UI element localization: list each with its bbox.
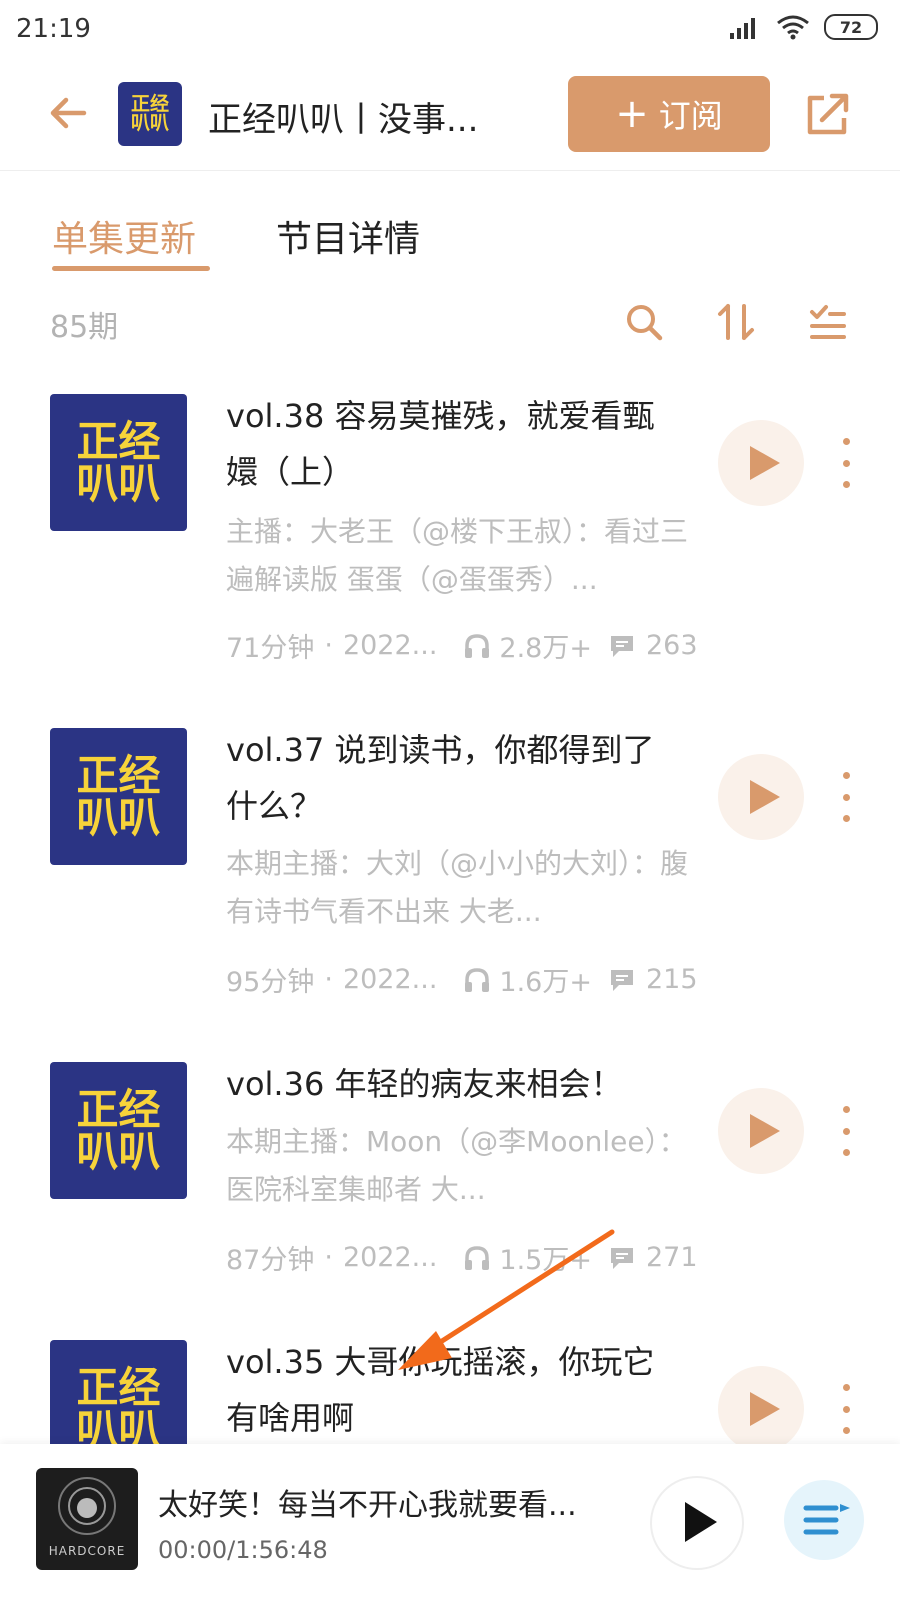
episode-date: 2022... [342, 630, 438, 661]
more-options-button[interactable] [836, 1384, 856, 1434]
more-options-button[interactable] [836, 438, 856, 488]
episode-title: vol.37 说到读书，你都得到了什么？ [226, 731, 655, 825]
share-icon[interactable] [804, 90, 852, 138]
tab-details[interactable]: 节目详情 [276, 210, 420, 262]
player-time: 00:00/1:56:48 [158, 1536, 328, 1564]
episode-item[interactable]: 正经 叭叭 vol.38 容易莫摧残，就爱看甄嬛（上） 主播：大老王（@楼下王叔… [0, 394, 900, 684]
episode-cover: 正经 叭叭 [50, 1340, 187, 1444]
headphones-icon [465, 633, 490, 658]
comment-icon [610, 1247, 633, 1269]
podcast-logo: 正经 叭叭 [118, 82, 182, 146]
episode-item[interactable]: 正经 叭叭 vol.37 说到读书，你都得到了什么？ 本期主播：大刘（@小小的大… [0, 728, 900, 1018]
episode-title: vol.36 年轻的病友来相会！ [226, 1065, 623, 1103]
tab-bar: 单集更新 节目详情 [0, 210, 900, 271]
play-icon [750, 1114, 780, 1148]
play-icon [750, 446, 780, 480]
episode-comments: 263 [645, 630, 698, 661]
more-options-button[interactable] [836, 1106, 856, 1156]
episode-description: 本期主播：Moon（@李Moonlee）：医院科室集邮者 大... [226, 1125, 687, 1206]
episode-toolbar: 85期 [0, 300, 900, 350]
episode-item[interactable]: 正经 叭叭 vol.36 年轻的病友来相会！ 本期主播：Moon（@李Moonl… [0, 1062, 900, 1302]
status-icons: 72 [728, 14, 878, 40]
episode-duration: 95分钟 [226, 967, 315, 998]
player-title: 太好笑！每当不开心我就要看... [158, 1488, 577, 1523]
page-title: 正经叭叭丨没事... [208, 100, 479, 140]
episode-title: vol.35 大哥你玩摇滚，你玩它有啥用啊 [226, 1343, 655, 1437]
episode-comments: 271 [645, 1242, 698, 1273]
wifi-icon [777, 15, 809, 40]
episode-duration: 87分钟 [226, 1245, 315, 1276]
episode-date: 2022... [342, 1242, 438, 1273]
episode-title: vol.38 容易莫摧残，就爱看甄嬛（上） [226, 397, 655, 491]
episode-meta: 95分钟 · 2022... 1.6万+ 215 [226, 960, 706, 999]
subscribe-button[interactable]: + 订阅 [568, 76, 770, 152]
play-button[interactable] [718, 420, 804, 506]
player-play-button[interactable] [650, 1476, 744, 1570]
episode-cover: 正经 叭叭 [50, 728, 187, 865]
playlist-icon [803, 1504, 850, 1535]
episode-cover: 正经 叭叭 [50, 394, 187, 531]
battery-indicator: 72 [824, 14, 878, 40]
episode-description: 主播：大老王（@楼下王叔）：看过三遍解读版 蛋蛋（@蛋蛋秀）... [226, 515, 689, 596]
episode-cover: 正经 叭叭 [50, 1062, 187, 1199]
status-bar: 21:19 72 [0, 0, 900, 62]
player-cover-text: HARDCORE [48, 1544, 126, 1558]
play-icon [685, 1502, 717, 1542]
plus-icon: + [615, 91, 649, 137]
episode-date: 2022... [342, 964, 438, 995]
play-button[interactable] [718, 1088, 804, 1174]
subscribe-label: 订阅 [658, 97, 723, 135]
status-time: 21:19 [16, 14, 91, 44]
comment-icon [610, 635, 633, 657]
episode-duration: 71分钟 [226, 633, 315, 664]
filter-list-icon[interactable] [806, 300, 850, 344]
play-icon [750, 780, 780, 814]
play-icon [750, 1392, 780, 1426]
episode-count: 85期 [50, 310, 119, 345]
back-arrow-icon[interactable] [44, 88, 94, 138]
episode-description: 本期主播：大刘（@小小的大刘）：腹有诗书气看不出来 大老... [226, 847, 689, 928]
episode-comments: 215 [645, 964, 698, 995]
more-options-button[interactable] [836, 772, 856, 822]
signal-icon [730, 18, 755, 39]
comment-icon [610, 969, 633, 991]
episode-meta: 71分钟 · 2022... 2.8万+ 263 [226, 626, 706, 665]
mini-player[interactable]: HARDCORE 太好笑！每当不开心我就要看... 00:00/1:56:48 [0, 1444, 900, 1600]
sort-icon[interactable] [714, 300, 758, 344]
meta-separator: · [324, 964, 333, 995]
meta-separator: · [324, 1242, 333, 1273]
tab-episodes[interactable]: 单集更新 [52, 210, 196, 262]
meta-separator: · [324, 630, 333, 661]
playlist-button[interactable] [784, 1480, 864, 1560]
search-icon[interactable] [622, 300, 666, 344]
play-button[interactable] [718, 1366, 804, 1444]
headphones-icon [465, 1245, 490, 1270]
episode-plays: 2.8万+ [499, 633, 592, 664]
episode-plays: 1.5万+ [499, 1245, 592, 1276]
headphones-icon [465, 967, 490, 992]
episode-plays: 1.6万+ [499, 967, 592, 998]
header-bar: 正经 叭叭 正经叭叭丨没事... + 订阅 [0, 62, 900, 171]
active-tab-indicator [52, 266, 210, 271]
episode-meta: 87分钟 · 2022... 1.5万+ 271 [226, 1238, 706, 1277]
player-cover: HARDCORE [36, 1468, 138, 1570]
play-button[interactable] [718, 754, 804, 840]
episode-item[interactable]: 正经 叭叭 vol.35 大哥你玩摇滚，你玩它有啥用啊 [0, 1340, 900, 1444]
